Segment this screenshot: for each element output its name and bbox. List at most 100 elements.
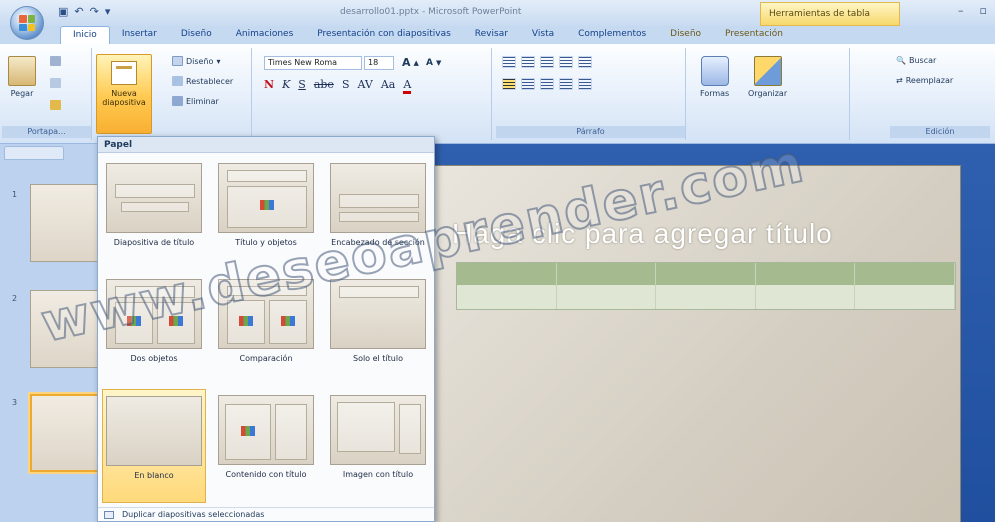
minimize-icon[interactable]: – <box>958 4 964 17</box>
paste-label: Pegar <box>10 89 34 98</box>
tab-complementos[interactable]: Complementos <box>566 26 658 44</box>
picture-icon <box>239 316 253 326</box>
shapes-label: Formas <box>700 89 730 98</box>
font-group: Times New Roma 18 A ▲ A ▼ N K S abe S AV A… <box>256 48 492 140</box>
new-slide-button[interactable]: Nueva diapositiva <box>96 54 152 134</box>
layout-label: Imagen con título <box>342 470 414 479</box>
redo-icon[interactable]: ↷ <box>90 5 99 18</box>
layout-thumbnail <box>106 163 202 233</box>
slide-number: 2 <box>12 294 18 303</box>
list-row <box>502 56 592 68</box>
increase-indent-icon[interactable] <box>559 56 573 68</box>
clipboard-group-label: Portapa... <box>2 126 91 138</box>
font-format-row: N K S abe S AV Aa A <box>264 78 412 94</box>
clipboard-group: Pegar Portapa... <box>2 48 92 140</box>
ribbon: Pegar Portapa... Nueva diapositiva Diseñ… <box>0 44 995 144</box>
duplicate-slides-menu-item[interactable]: Duplicar diapositivas seleccionadas <box>98 507 434 521</box>
decrease-indent-icon[interactable] <box>540 56 554 68</box>
tab-animaciones[interactable]: Animaciones <box>224 26 306 44</box>
shadow-icon[interactable]: S <box>342 78 350 94</box>
layout-label: Diseño <box>186 56 214 66</box>
tab-table-presentacion[interactable]: Presentación <box>713 26 795 44</box>
maximize-icon[interactable]: ▫ <box>980 4 987 17</box>
duplicate-icon <box>104 511 114 519</box>
layout-label: Diapositiva de título <box>113 238 195 247</box>
window-title: desarrollo01.pptx - Microsoft PowerPoint <box>340 7 522 17</box>
tab-table-diseno[interactable]: Diseño <box>658 26 713 44</box>
font-name-select[interactable]: Times New Roma <box>264 56 362 70</box>
font-color-icon[interactable]: A <box>403 78 412 94</box>
office-button[interactable] <box>10 6 44 40</box>
layout-thumbnail <box>106 396 202 466</box>
paragraph-group-label: Párrafo <box>496 126 685 138</box>
copy-icon <box>50 78 61 88</box>
italic-icon[interactable]: K <box>282 78 290 94</box>
chevron-down-icon: ▾ <box>216 56 221 66</box>
layout-icon <box>172 56 183 66</box>
align-left-icon[interactable] <box>502 78 516 90</box>
justify-icon[interactable] <box>559 78 573 90</box>
slides-pane-tab[interactable] <box>4 146 64 160</box>
layout-thumbnail <box>218 395 314 465</box>
align-right-icon[interactable] <box>540 78 554 90</box>
reset-button[interactable]: Restablecer <box>172 76 233 86</box>
change-case-icon[interactable]: Aa <box>381 78 396 94</box>
slide-table[interactable] <box>456 262 956 310</box>
layout-label: Contenido con título <box>225 470 307 479</box>
columns-icon[interactable] <box>578 78 592 90</box>
undo-icon[interactable]: ↶ <box>74 5 83 18</box>
delete-slide-button[interactable]: Eliminar <box>172 96 219 106</box>
slide-thumbnail-1[interactable] <box>30 184 100 262</box>
window-controls: – ▫ <box>958 4 987 17</box>
shapes-button[interactable]: Formas <box>700 56 729 98</box>
duplicate-slides-label: Duplicar diapositivas seleccionadas <box>122 510 265 519</box>
save-icon[interactable]: ▣ <box>58 5 68 18</box>
layout-thumbnail <box>218 163 314 233</box>
tab-presentacion-diapositivas[interactable]: Presentación con diapositivas <box>305 26 463 44</box>
grow-font-button[interactable]: A ▲ <box>402 56 419 69</box>
bold-icon[interactable]: N <box>264 78 274 94</box>
char-spacing-icon[interactable]: AV <box>357 78 372 94</box>
layout-imagen-titulo[interactable]: Imagen con título <box>326 389 430 503</box>
layout-titulo[interactable]: Diapositiva de título <box>102 157 206 271</box>
format-painter-button[interactable] <box>50 100 61 110</box>
drawing-group: Formas Organizar <box>690 48 850 140</box>
numbering-icon[interactable] <box>521 56 535 68</box>
tab-inicio[interactable]: Inicio <box>60 26 110 44</box>
font-size-select[interactable]: 18 <box>364 56 394 70</box>
tab-vista[interactable]: Vista <box>520 26 566 44</box>
copy-button[interactable] <box>50 78 61 88</box>
arrange-button[interactable]: Organizar <box>748 56 787 98</box>
tab-insertar[interactable]: Insertar <box>110 26 169 44</box>
layout-label: Dos objetos <box>130 354 178 363</box>
reset-label: Restablecer <box>186 76 234 86</box>
cut-button[interactable] <box>50 56 61 66</box>
replace-button[interactable]: ⇄ Reemplazar <box>896 76 953 85</box>
find-button[interactable]: 🔍 Buscar <box>896 56 936 65</box>
layout-button[interactable]: Diseño ▾ <box>172 56 220 66</box>
tab-revisar[interactable]: Revisar <box>463 26 520 44</box>
slide-thumbnail-3[interactable] <box>30 394 100 472</box>
arrange-icon <box>753 56 782 86</box>
paragraph-group: Párrafo <box>496 48 686 140</box>
bullets-icon[interactable] <box>502 56 516 68</box>
layout-label: En blanco <box>134 471 174 480</box>
picture-icon <box>281 316 295 326</box>
underline-icon[interactable]: S <box>298 78 306 94</box>
strikethrough-icon[interactable]: abe <box>314 78 334 94</box>
layout-contenido-titulo[interactable]: Contenido con título <box>214 389 318 503</box>
layout-label: Comparación <box>239 354 293 363</box>
table-header-row <box>457 263 955 285</box>
line-spacing-icon[interactable] <box>578 56 592 68</box>
shrink-font-button[interactable]: A ▼ <box>426 58 441 68</box>
tab-diseno[interactable]: Diseño <box>169 26 224 44</box>
align-center-icon[interactable] <box>521 78 535 90</box>
picture-icon <box>260 200 274 210</box>
slides-group: Nueva diapositiva Diseño ▾ Restablecer El… <box>92 48 252 140</box>
paste-button[interactable]: Pegar <box>8 56 36 98</box>
table-tools-header: Herramientas de tabla <box>760 2 900 26</box>
format-painter-icon <box>50 100 61 110</box>
customize-qat-icon[interactable]: ▾ <box>105 5 111 18</box>
layout-en-blanco[interactable]: En blanco <box>102 389 206 503</box>
align-row <box>502 78 592 90</box>
